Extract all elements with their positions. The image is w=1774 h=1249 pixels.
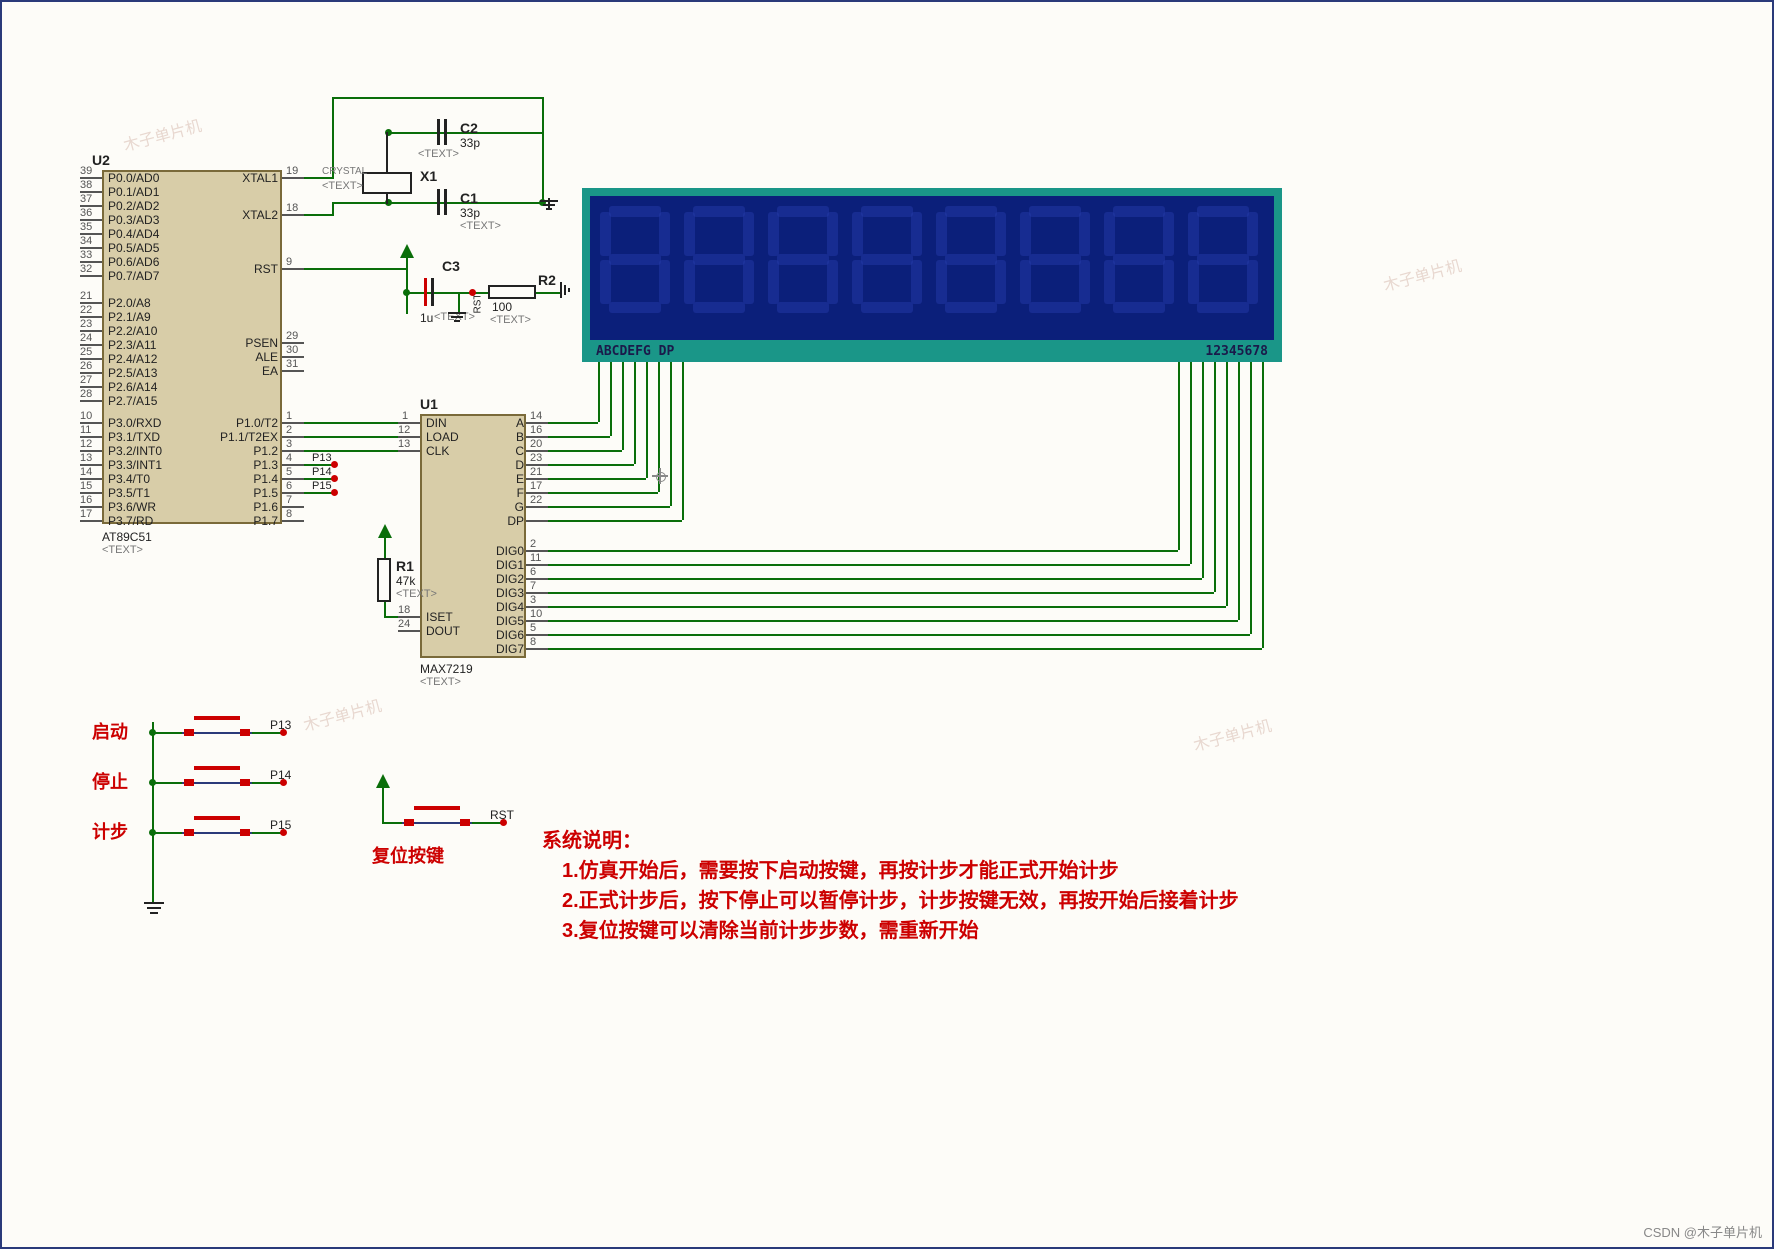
u2-part: AT89C51 <box>102 530 152 544</box>
digit-1 <box>600 206 670 314</box>
capacitor-c2 <box>437 119 447 145</box>
button-start[interactable] <box>182 726 252 740</box>
digit-8 <box>1188 206 1258 314</box>
reset-label: 复位按键 <box>372 842 444 868</box>
button-stop[interactable] <box>182 776 252 790</box>
capacitor-c1 <box>437 189 447 215</box>
button-reset[interactable] <box>402 816 472 830</box>
digit-7 <box>1104 206 1174 314</box>
desc-line1: 1.仿真开始后，需要按下启动按键，再按计步才能正式开始计步 <box>562 854 1119 883</box>
digit-4 <box>852 206 922 314</box>
desc-line2: 2.正式计步后，按下停止可以暂停计步，计步按键无效，再按开始后接着计步 <box>562 884 1239 913</box>
stop-label: 停止 <box>92 768 128 794</box>
power-icon <box>400 244 414 258</box>
crystal-x1 <box>362 172 412 194</box>
schematic-canvas: 木子单片机 木子单片机 木子单片机 木子单片机 木子单片机 木子单片机 U2 A… <box>0 0 1774 1249</box>
footer-text: CSDN @木子单片机 <box>1643 1222 1762 1241</box>
digit-6 <box>1020 206 1090 314</box>
desc-line3: 3.复位按键可以清除当前计步步数，需重新开始 <box>562 914 979 943</box>
u1-ref: U1 <box>420 396 438 412</box>
desc-title: 系统说明： <box>542 824 642 853</box>
power-icon <box>376 774 390 788</box>
digit-5 <box>936 206 1006 314</box>
resistor-r2 <box>488 285 536 299</box>
u2-text: <TEXT> <box>102 544 143 556</box>
step-label: 计步 <box>92 818 128 844</box>
resistor-r1 <box>377 558 391 602</box>
button-step[interactable] <box>182 826 252 840</box>
capacitor-c3 <box>424 278 434 306</box>
start-label: 启动 <box>92 718 128 744</box>
digit-2 <box>684 206 754 314</box>
u1-text: <TEXT> <box>420 676 461 688</box>
power-icon <box>378 524 392 538</box>
u1-part: MAX7219 <box>420 662 473 676</box>
u2-ref: U2 <box>92 152 110 168</box>
digit-3 <box>768 206 838 314</box>
cursor-marker-icon <box>652 468 668 484</box>
